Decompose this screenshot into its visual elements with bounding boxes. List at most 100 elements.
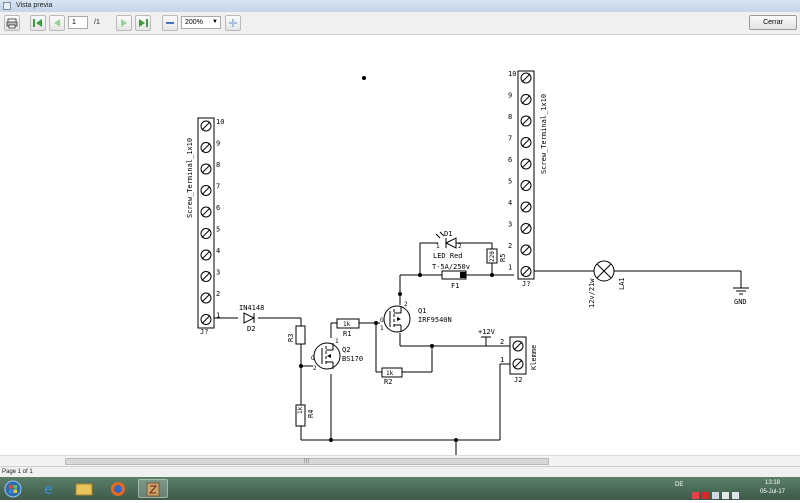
prev-page-button[interactable] <box>49 15 65 31</box>
q1-pin2: 2 <box>404 301 408 308</box>
close-button[interactable]: Cerrar <box>749 15 797 30</box>
right-terminal-ref: J? <box>522 280 530 288</box>
right-screw-terminal: 10 9 8 7 6 5 4 3 2 1 Screw_Terminal_1x10 J? <box>508 70 548 288</box>
r5-ref: R5 <box>499 254 507 262</box>
q1-pin1: 1 <box>380 325 384 332</box>
terminal-j2: 2 1 Klemme J2 <box>500 336 538 384</box>
zoom-in-icon <box>229 19 237 27</box>
r1-value: 1k <box>343 321 351 328</box>
right-terminal-pin-label: 2 <box>508 242 512 250</box>
d1-pin1: 1 <box>436 243 440 250</box>
q1-ref: Q1 <box>418 307 426 315</box>
r1-ref: R1 <box>343 330 351 338</box>
schematic: 10 9 8 7 6 5 4 3 2 1 Screw_Terminal_1x10 J? 10 9 8 7… <box>186 70 749 455</box>
right-terminal-pin-label: 1 <box>508 264 512 272</box>
resistor-r5: 220 R5 <box>486 248 507 264</box>
zoom-select[interactable]: 200% ▼ <box>181 16 221 29</box>
window-title: Vista previa <box>16 2 53 9</box>
resistor-r1: 1k R1 <box>336 318 360 338</box>
j2-pin1: 1 <box>500 356 504 364</box>
d1-value: LED Red <box>433 252 463 260</box>
r4-ref: R4 <box>307 410 315 418</box>
print-button[interactable] <box>4 15 20 31</box>
r4-value: 1k <box>297 406 304 414</box>
fritzing-icon <box>146 482 160 497</box>
lamp-value: 12v/21w <box>588 278 596 308</box>
taskbar-explorer[interactable] <box>70 479 100 498</box>
app-tray-icon[interactable] <box>702 492 709 499</box>
left-screw-terminal: 10 9 8 7 6 5 4 3 2 1 Screw_Terminal_1x10 J? <box>186 117 224 336</box>
left-terminal-pin-label: 10 <box>216 118 224 126</box>
right-terminal-pin-label: 3 <box>508 221 512 229</box>
left-terminal-pin-label: 5 <box>216 226 220 234</box>
q2-pin2: 2 <box>313 365 317 372</box>
right-terminal-pin-label: 10 <box>508 70 516 78</box>
first-page-icon <box>33 19 42 27</box>
j2-pin2: 2 <box>500 338 504 346</box>
right-terminal-pin-label: 7 <box>508 135 512 143</box>
d2-value: IN4148 <box>239 304 264 312</box>
first-page-button[interactable] <box>30 15 46 31</box>
page-total: /1 <box>94 19 100 26</box>
zoom-out-icon <box>166 22 174 24</box>
zoom-out-button[interactable] <box>162 15 178 31</box>
start-button[interactable] <box>3 479 25 498</box>
language-indicator[interactable]: DE <box>675 482 683 488</box>
lamp-la1: 12v/21w LA1 <box>588 260 626 308</box>
left-terminal-pin-label: 4 <box>216 247 220 255</box>
q2-ref: Q2 <box>342 346 350 354</box>
windows-start-icon <box>4 480 22 498</box>
print-preview-canvas: 10 9 8 7 6 5 4 3 2 1 Screw_Terminal_1x10 J? 10 9 8 7… <box>0 35 800 455</box>
r3-ref: R3 <box>287 334 295 342</box>
left-terminal-pin-label: 9 <box>216 140 220 148</box>
firefox-icon <box>111 482 125 496</box>
last-page-button[interactable] <box>135 15 151 31</box>
left-terminal-name: Screw_Terminal_1x10 <box>186 138 194 218</box>
d2-ref: D2 <box>247 325 255 333</box>
taskbar-internet-explorer[interactable]: e <box>36 479 66 498</box>
lamp-ref: LA1 <box>618 277 626 290</box>
j2-ref: J2 <box>514 376 522 384</box>
right-terminal-pin-label: 8 <box>508 113 512 121</box>
right-terminal-pin-label: 4 <box>508 199 512 207</box>
d1-pin2: 2 <box>458 243 462 250</box>
last-page-icon <box>139 19 148 27</box>
left-terminal-pin-label: 6 <box>216 204 220 212</box>
app-tray-icon[interactable] <box>692 492 699 499</box>
mosfet-q1: G 2 1 Q1 IRF9540N <box>380 301 452 333</box>
right-terminal-name: Screw_Terminal_1x10 <box>540 94 548 174</box>
ground-symbol: GND <box>733 287 749 306</box>
folder-icon <box>75 483 93 496</box>
left-terminal-pin-label: 1 <box>216 312 220 320</box>
tray-icons <box>692 484 739 503</box>
next-page-button[interactable] <box>116 15 132 31</box>
volume-icon[interactable] <box>732 492 739 499</box>
taskbar: e DE 13:18 05-Jul-17 <box>0 477 800 500</box>
system-tray: DE 13:18 05-Jul-17 <box>620 477 800 500</box>
network-icon[interactable] <box>712 492 719 499</box>
chevron-down-icon: ▼ <box>212 19 218 25</box>
left-terminal-pin-label: 3 <box>216 269 220 277</box>
right-terminal-pin-label: 5 <box>508 178 512 186</box>
q2-gate: G <box>311 355 315 362</box>
zoom-value: 200% <box>185 19 203 26</box>
internet-explorer-icon: e <box>44 482 52 498</box>
taskbar-firefox[interactable] <box>104 479 134 498</box>
q2-value: BS170 <box>342 355 363 363</box>
r2-ref: R2 <box>384 378 392 386</box>
prev-page-icon <box>54 19 60 27</box>
taskbar-fritzing[interactable] <box>138 479 168 498</box>
page-number-input[interactable]: 1 <box>68 16 88 29</box>
app-icon <box>3 2 11 10</box>
power-label: +12V <box>478 328 496 336</box>
led-d1: D1 LED Red 1 2 <box>433 230 463 260</box>
ground-label: GND <box>734 298 747 306</box>
clock-time[interactable]: 13:18 <box>765 480 780 486</box>
clock-date[interactable]: 05-Jul-17 <box>760 489 785 495</box>
scrollbar-grip-icon: ||| <box>304 458 310 464</box>
flag-icon[interactable] <box>722 492 729 499</box>
j2-name: Klemme <box>530 345 538 370</box>
svg-text:e: e <box>44 482 52 498</box>
next-page-icon <box>121 19 127 27</box>
zoom-in-button[interactable] <box>225 15 241 31</box>
